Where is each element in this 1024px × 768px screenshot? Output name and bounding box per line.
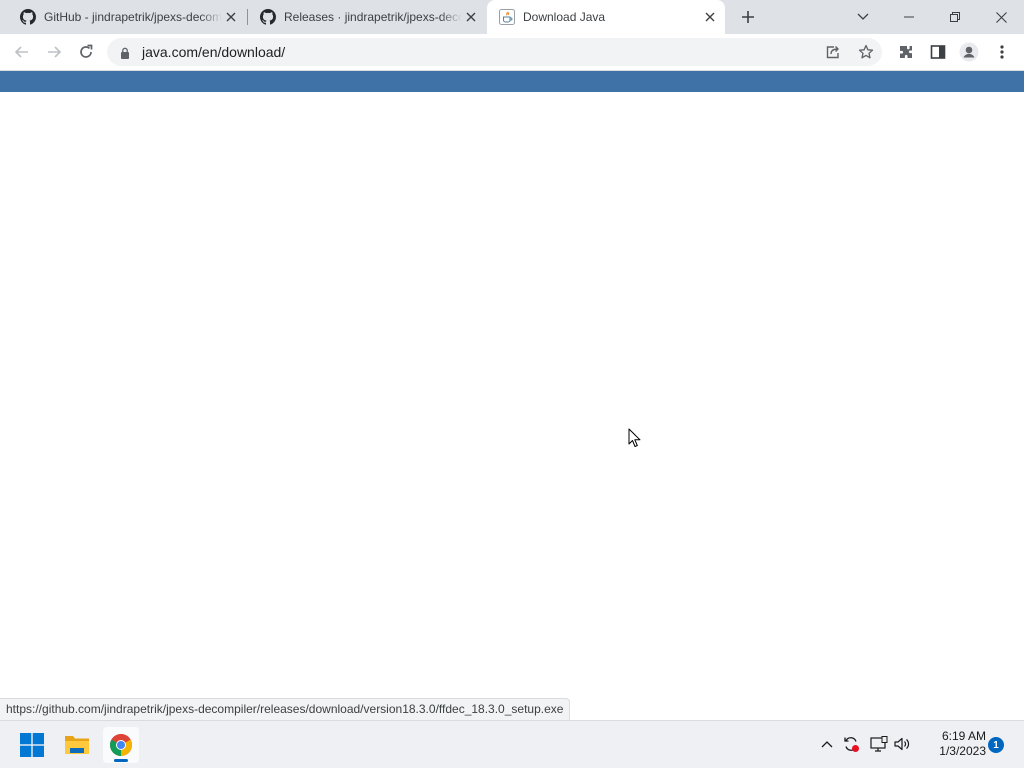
plus-icon[interactable] bbox=[738, 7, 758, 27]
tab-title: Releases · jindrapetrik/jpexs-decompiler bbox=[284, 10, 462, 24]
url-text[interactable]: java.com/en/download/ bbox=[142, 44, 285, 60]
windows-start-icon[interactable] bbox=[14, 727, 50, 763]
close-icon[interactable] bbox=[978, 0, 1024, 34]
lock-icon[interactable] bbox=[119, 46, 131, 59]
tab-releases[interactable]: Releases · jindrapetrik/jpexs-decompiler bbox=[248, 0, 486, 34]
share-icon[interactable] bbox=[824, 43, 842, 61]
page-content: https://github.com/jindrapetrik/jpexs-de… bbox=[0, 71, 1024, 720]
tab-close-icon[interactable] bbox=[224, 10, 238, 24]
browser-toolbar: java.com/en/download/ bbox=[0, 34, 1024, 71]
tab-strip: GitHub - jindrapetrik/jpexs-decompiler R… bbox=[0, 0, 1024, 34]
system-clock[interactable]: 6:19 AM 1/3/2023 bbox=[918, 729, 986, 759]
tab-title: Download Java bbox=[523, 10, 606, 24]
tab-download-java[interactable]: Download Java bbox=[487, 0, 725, 34]
side-panel-icon[interactable] bbox=[928, 42, 948, 62]
page-header-banner bbox=[0, 71, 1024, 92]
tab-fade bbox=[440, 0, 462, 34]
profile-icon[interactable] bbox=[959, 42, 979, 62]
tab-search-icon[interactable] bbox=[840, 0, 886, 34]
volume-icon[interactable] bbox=[893, 735, 911, 753]
chevron-up-icon[interactable] bbox=[818, 735, 836, 753]
star-icon[interactable] bbox=[857, 43, 875, 61]
sync-icon[interactable] bbox=[842, 735, 860, 753]
java-icon bbox=[499, 9, 515, 25]
forward-arrow-icon[interactable] bbox=[44, 42, 64, 62]
address-bar[interactable]: java.com/en/download/ bbox=[107, 38, 882, 66]
network-icon[interactable] bbox=[870, 735, 888, 753]
menu-icon[interactable] bbox=[992, 42, 1012, 62]
link-status-bubble: https://github.com/jindrapetrik/jpexs-de… bbox=[0, 698, 571, 720]
file-explorer-icon[interactable] bbox=[59, 727, 95, 763]
tab-close-icon[interactable] bbox=[703, 10, 717, 24]
minimize-icon[interactable] bbox=[886, 0, 932, 34]
tab-close-icon[interactable] bbox=[464, 10, 478, 24]
clock-date: 1/3/2023 bbox=[939, 744, 986, 758]
tab-fade bbox=[200, 0, 222, 34]
extensions-icon[interactable] bbox=[896, 42, 916, 62]
chrome-icon[interactable] bbox=[103, 727, 139, 763]
mouse-cursor-icon bbox=[628, 428, 642, 448]
clock-time: 6:19 AM bbox=[941, 729, 986, 743]
reload-icon[interactable] bbox=[76, 42, 96, 62]
notification-badge[interactable]: 1 bbox=[988, 737, 1004, 753]
tab-github[interactable]: GitHub - jindrapetrik/jpexs-decompiler bbox=[8, 0, 246, 34]
back-arrow-icon[interactable] bbox=[12, 42, 32, 62]
github-icon bbox=[20, 9, 36, 25]
tab-title: GitHub - jindrapetrik/jpexs-decompiler bbox=[44, 10, 222, 24]
restore-icon[interactable] bbox=[932, 0, 978, 34]
github-icon bbox=[260, 9, 276, 25]
taskbar: 6:19 AM 1/3/2023 1 bbox=[0, 720, 1024, 768]
running-indicator bbox=[114, 759, 128, 762]
